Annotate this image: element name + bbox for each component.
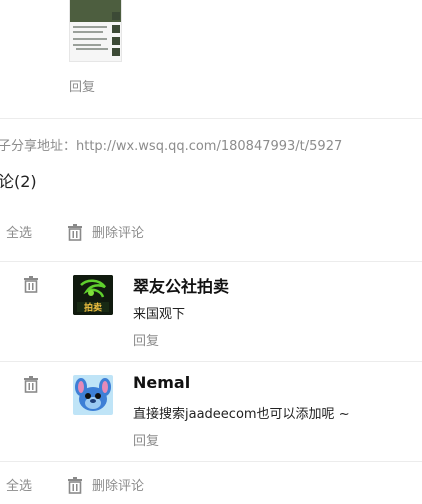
thumbnail-square	[112, 48, 120, 56]
comments-heading: 论(2)	[0, 172, 37, 191]
comment-reply-link[interactable]: 回复	[133, 430, 159, 449]
delete-comment-trash-icon[interactable]	[22, 375, 40, 393]
thumbnail-square	[112, 25, 120, 33]
avatar-label: 拍卖	[84, 302, 102, 314]
select-all-button[interactable]: 全选	[6, 475, 32, 494]
thumbnail-line	[73, 38, 107, 40]
avatar[interactable]: 拍卖	[73, 275, 113, 315]
top-post-reply-link[interactable]: 回复	[69, 76, 95, 95]
thumbnail-line	[73, 26, 107, 28]
delete-comments-button[interactable]: 删除评论	[66, 475, 144, 494]
avatar[interactable]	[73, 375, 113, 415]
share-address: 子分享地址：http://wx.wsq.qq.com/180847993/t/5…	[0, 139, 343, 154]
post-image-thumbnail[interactable]	[69, 0, 122, 62]
delete-comments-label: 删除评论	[92, 226, 145, 241]
divider	[0, 118, 422, 119]
divider	[0, 361, 422, 362]
divider	[0, 461, 422, 462]
comment-text: 来国观下	[133, 307, 186, 322]
comment-text: 直接搜索jaadeecom也可以添加呢 ~	[133, 407, 350, 422]
delete-comment-trash-icon[interactable]	[22, 275, 40, 293]
comment-author-name[interactable]: Nemal	[133, 373, 190, 392]
comment-reply-link[interactable]: 回复	[133, 330, 159, 349]
divider	[0, 261, 422, 262]
thumbnail-line	[73, 31, 103, 33]
select-all-button[interactable]: 全选	[6, 222, 32, 241]
comment-author-name[interactable]: 翠友公社拍卖	[133, 273, 229, 297]
trash-icon	[66, 476, 84, 494]
delete-comments-label: 删除评论	[92, 479, 145, 494]
thumbnail-square	[112, 37, 120, 45]
trash-icon	[66, 223, 84, 241]
delete-comments-button[interactable]: 删除评论	[66, 222, 144, 241]
thumbnail-square	[112, 12, 120, 20]
thumbnail-line	[73, 44, 101, 46]
thumbnail-line	[76, 48, 108, 50]
